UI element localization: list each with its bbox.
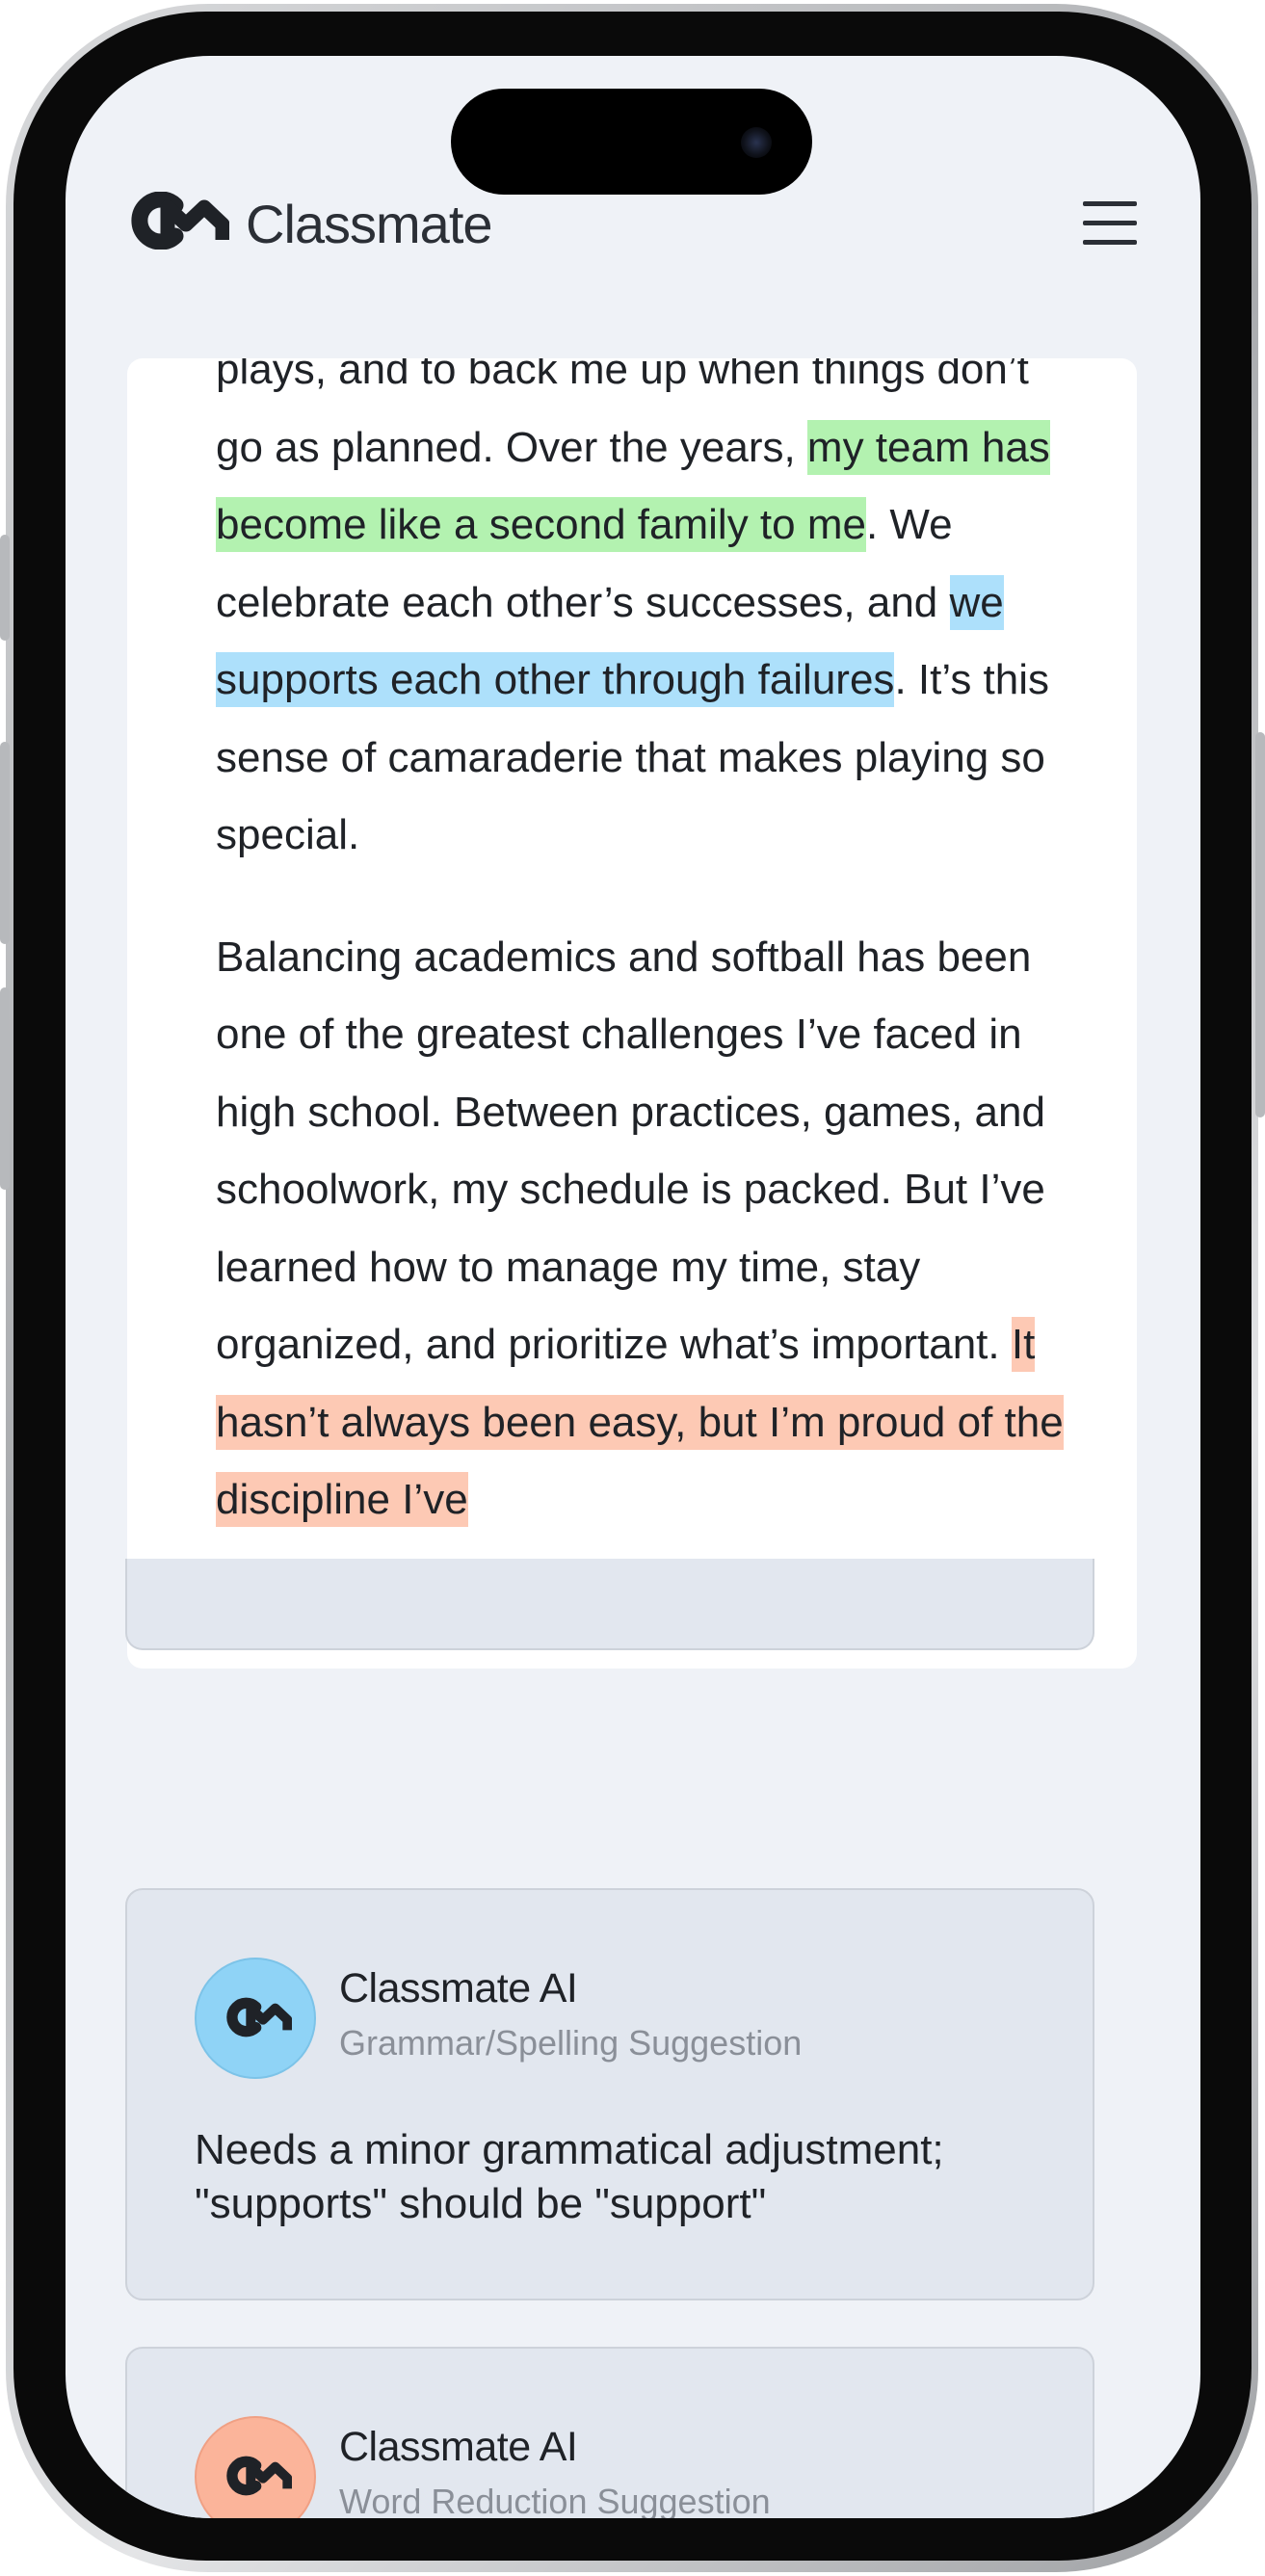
app-header: Classmate bbox=[125, 186, 1137, 273]
classmate-logo-icon bbox=[226, 2456, 292, 2496]
suggestion-type: Grammar/Spelling Suggestion bbox=[339, 2023, 803, 2063]
hamburger-menu-icon[interactable] bbox=[1083, 201, 1137, 246]
essay-paragraph: Balancing academics and softball has bee… bbox=[216, 919, 1064, 1539]
avatar bbox=[195, 1958, 316, 2079]
suggestion-card[interactable]: Classmate AI Word Reduction Suggestion bbox=[125, 2347, 1094, 2518]
suggestion-card[interactable]: Classmate AI Grammar/Spelling Suggestion… bbox=[125, 1888, 1094, 2300]
essay-card: plays, and to back me up when things don… bbox=[127, 358, 1137, 1669]
classmate-logo-icon bbox=[226, 1997, 292, 2037]
avatar bbox=[195, 2416, 316, 2518]
volume-up-button bbox=[0, 742, 10, 944]
essay-text: plays, and to back me up when things don… bbox=[216, 358, 1064, 1584]
app-screen: Classmate plays, and to back me up when … bbox=[66, 56, 1200, 2518]
dynamic-island bbox=[451, 89, 812, 195]
suggestion-author: Classmate AI bbox=[339, 1965, 578, 2011]
action-button bbox=[0, 535, 10, 641]
suggestion-type: Word Reduction Suggestion bbox=[339, 2482, 771, 2518]
suggestion-card-previous[interactable] bbox=[125, 1559, 1094, 1650]
front-camera bbox=[741, 127, 772, 158]
classmate-logo-icon[interactable] bbox=[125, 192, 229, 250]
volume-down-button bbox=[0, 987, 10, 1190]
suggestion-author: Classmate AI bbox=[339, 2424, 578, 2470]
suggestion-text: Needs a minor grammatical adjustment; "s… bbox=[195, 2126, 944, 2227]
essay-text-segment: Balancing academics and softball has bee… bbox=[216, 933, 1045, 1369]
app-title: Classmate bbox=[246, 194, 493, 254]
essay-paragraph: plays, and to back me up when things don… bbox=[216, 358, 1064, 875]
power-button bbox=[1255, 732, 1265, 1117]
